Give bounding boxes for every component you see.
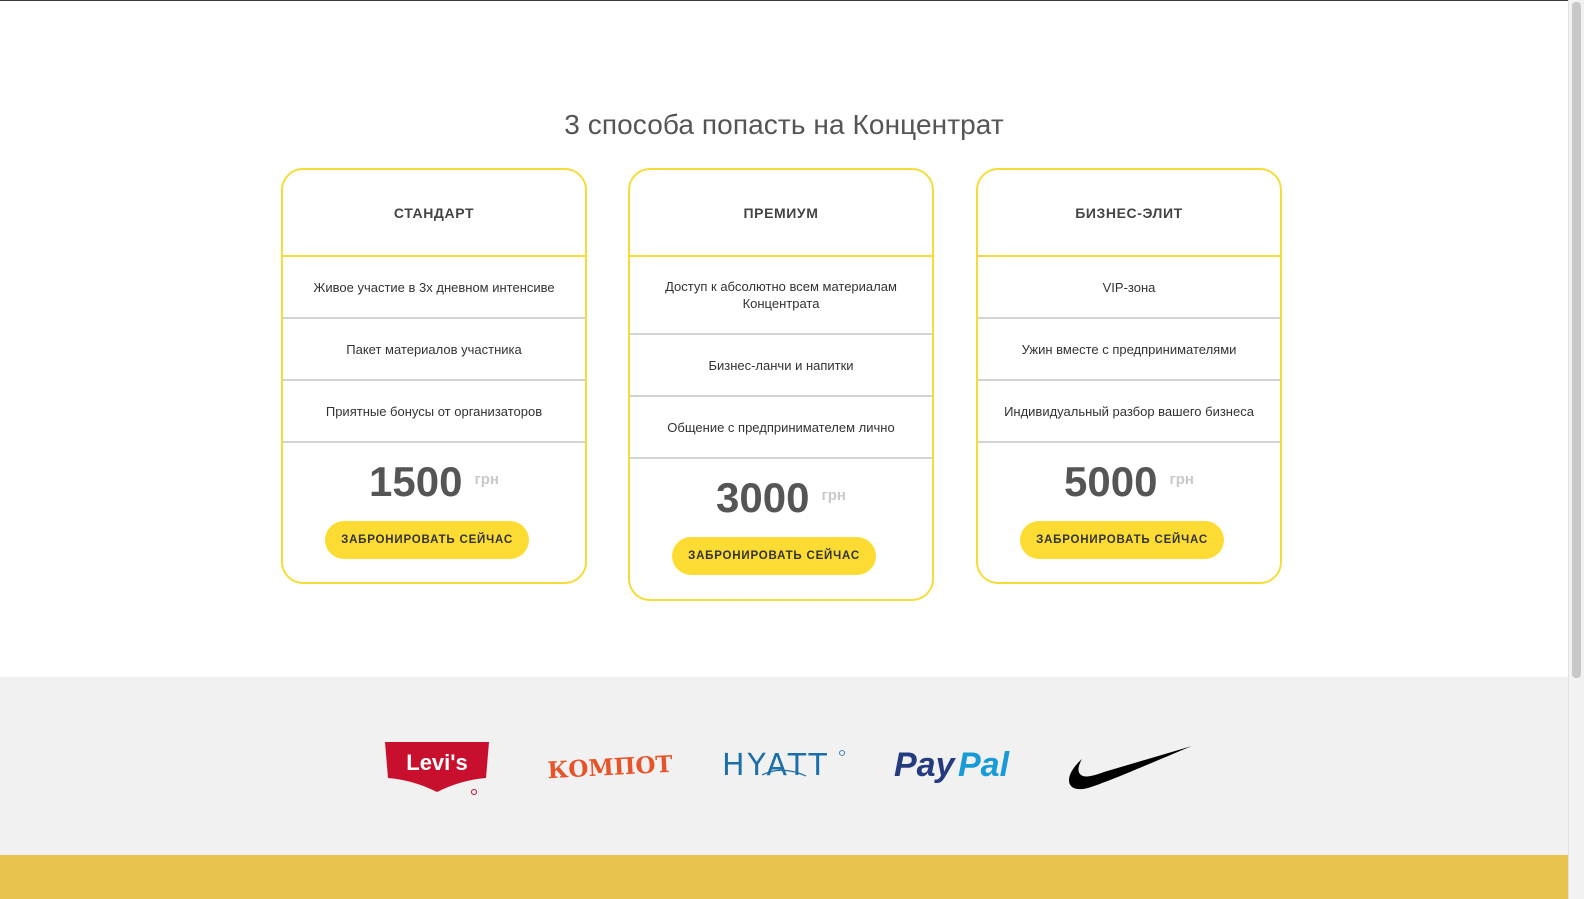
section-title: 3 способа попасть на Концентрат	[564, 109, 1004, 141]
plan-feature: Живое участие в 3х дневном интенсиве	[283, 257, 585, 319]
plan-title: ПРЕМИУМ	[743, 204, 819, 221]
plan-price: 3000	[716, 474, 810, 521]
plan-title: СТАНДАРТ	[393, 204, 475, 221]
plan-feature: Индивидуальный разбор вашего бизнеса	[978, 381, 1280, 443]
plan-currency: грн	[474, 470, 499, 488]
plan-currency: грн	[1169, 470, 1194, 488]
plan-feature: Пакет материалов участника	[283, 319, 585, 381]
nike-swoosh-logo[interactable]	[1068, 744, 1194, 792]
plan-feature: Доступ к абсолютно всем материалам Конце…	[630, 257, 932, 335]
book-now-button[interactable]: ЗАБРОНИРОВАТЬ СЕЙЧАС	[1020, 521, 1224, 559]
plan-price: 1500	[369, 458, 463, 505]
plan-feature: Бизнес-ланчи и напитки	[630, 335, 932, 397]
plan-header: ПРЕМИУМ	[630, 170, 932, 257]
plan-price-row: 5000 грн	[978, 443, 1280, 521]
book-now-button[interactable]: ЗАБРОНИРОВАТЬ СЕЙЧАС	[325, 521, 529, 559]
levis-logo-text: Levi's	[406, 750, 468, 775]
paypal-logo-text-a: Pay	[894, 746, 957, 784]
kompot-logo-text: КОМПОТ	[547, 751, 674, 785]
plan-title: БИЗНЕС-ЭЛИТ	[1075, 204, 1183, 221]
plan-card-premium: ПРЕМИУМ Доступ к абсолютно всем материал…	[628, 168, 934, 601]
plan-card-business-elite: БИЗНЕС-ЭЛИТ VIP-зона Ужин вместе с предп…	[976, 168, 1282, 584]
footer-band	[0, 855, 1568, 899]
plan-card-standard: СТАНДАРТ Живое участие в 3х дневном инте…	[281, 168, 587, 584]
plan-header: СТАНДАРТ	[283, 170, 585, 257]
partner-logos-section: Levi's КОМПОТ HYATT Pay Pal	[0, 677, 1568, 855]
plan-price: 5000	[1064, 458, 1158, 505]
plan-feature: Приятные бонусы от организаторов	[283, 381, 585, 443]
levis-logo[interactable]: Levi's	[383, 740, 491, 796]
plan-price-row: 3000 грн	[630, 459, 932, 537]
plan-feature: Общение с предпринимателем лично	[630, 397, 932, 459]
paypal-logo-text-b: Pal	[958, 746, 1011, 784]
book-now-button[interactable]: ЗАБРОНИРОВАТЬ СЕЙЧАС	[672, 537, 876, 575]
kompot-logo[interactable]: КОМПОТ	[546, 749, 674, 785]
plan-currency: грн	[821, 486, 846, 504]
plan-price-row: 1500 грн	[283, 443, 585, 521]
scrollbar[interactable]	[1568, 0, 1584, 899]
hyatt-logo-text: HYATT	[722, 748, 830, 783]
plan-feature: VIP-зона	[978, 257, 1280, 319]
plan-feature: Ужин вместе с предпринимателями	[978, 319, 1280, 381]
plan-header: БИЗНЕС-ЭЛИТ	[978, 170, 1280, 257]
hyatt-logo[interactable]: HYATT	[720, 745, 848, 785]
scrollbar-thumb[interactable]	[1572, 2, 1581, 678]
paypal-logo[interactable]: Pay Pal	[892, 743, 1024, 787]
top-border	[0, 0, 1568, 1]
